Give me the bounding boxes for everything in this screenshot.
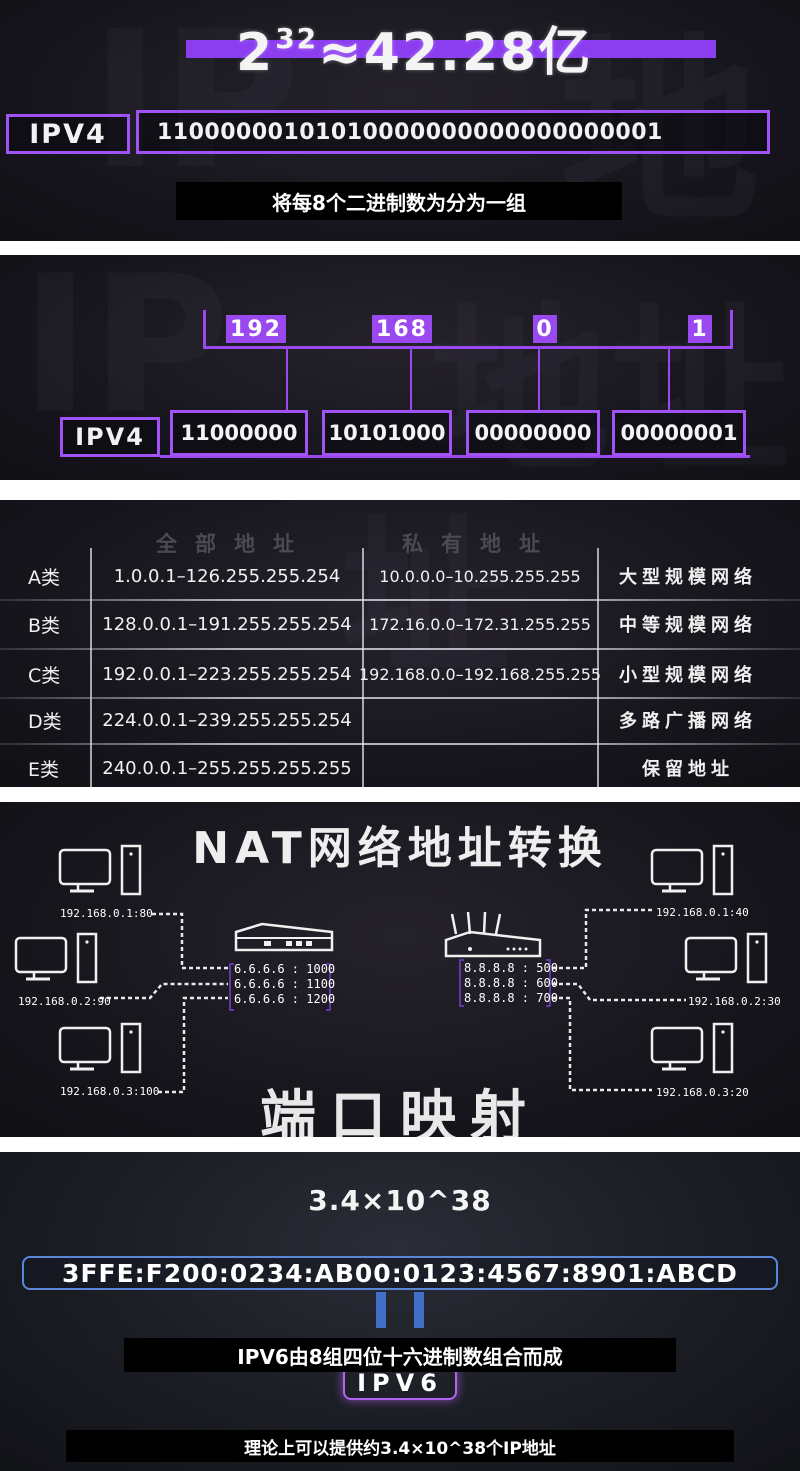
table-row: B类 128.0.0.1–191.255.255.254 172.16.0.0–… — [0, 600, 800, 648]
ipv6-address-count: 3.4×10^38 — [308, 1184, 492, 1217]
all-range: 1.0.0.1–126.255.255.254 — [113, 565, 341, 587]
network-type: 保留地址 — [642, 759, 734, 780]
private-range — [364, 744, 596, 787]
computer-icon — [684, 932, 768, 984]
table-row: E类 240.0.0.1–255.255.255.255 保留地址 — [0, 744, 800, 787]
class-name: D类 — [28, 710, 62, 733]
network-type: 大型规模网络 — [619, 567, 757, 588]
subtitle-caption: IPV6由8组四位十六进制数组合而成 — [124, 1338, 676, 1372]
subtitle-caption: 理论上可以提供约3.4×10^38个IP地址 — [66, 1430, 734, 1462]
public-port-mapping: 6.6.6.6 : 1000 6.6.6.6 : 1100 6.6.6.6 : … — [234, 962, 336, 1006]
computer-icon — [650, 844, 734, 896]
router-icon — [234, 922, 334, 952]
private-range: 10.0.0.0–10.255.255.255 — [379, 566, 581, 586]
computer-icon — [14, 932, 98, 984]
decimal-octet: 1 — [688, 315, 712, 343]
pc-address-label: 192.168.0.2:30 — [688, 995, 781, 1008]
network-type: 多路广播网络 — [619, 711, 757, 732]
pc-address-label: 192.168.0.1:40 — [656, 906, 749, 919]
decimal-octet: 0 — [533, 315, 557, 343]
private-range — [364, 696, 596, 744]
ipv4-total-panel: IP 地 232≈42.28亿 IPV4 1100000010101000000… — [0, 0, 800, 241]
all-range: 224.0.0.1–239.255.255.254 — [102, 709, 352, 731]
port-mapping-title: 端口映射 — [260, 1085, 540, 1137]
decimal-octet: 168 — [372, 315, 432, 343]
subtitle-caption: 将每8个二进制数为分为一组 — [176, 182, 622, 220]
decimal-octet: 192 — [226, 315, 286, 343]
binary-octet: 00000001 — [612, 410, 746, 456]
class-name: C类 — [28, 664, 61, 687]
address-count-formula: 232≈42.28亿 — [236, 10, 592, 85]
all-range: 128.0.0.1–191.255.255.254 — [102, 613, 352, 635]
all-range: 192.0.0.1–223.255.255.254 — [102, 663, 352, 685]
binary-octet: 11000000 — [170, 410, 308, 456]
connector-line — [538, 349, 540, 410]
ipv4-groups-panel: IP 地址 192 168 0 1 IPV4 11000000 10101000… — [0, 255, 800, 480]
connector-pillar — [414, 1292, 424, 1328]
formula-exponent: 32 — [275, 22, 319, 55]
computer-icon — [58, 1022, 142, 1074]
binary-octet: 00000000 — [466, 410, 600, 456]
nat-diagram-panel: NAT网络地址转换 192.168.0.1:80 192.168.0.2:90 … — [0, 802, 800, 1137]
all-range: 240.0.0.1–255.255.255.255 — [102, 757, 352, 779]
private-range: 192.168.0.0–192.168.255.255 — [358, 664, 602, 684]
ipv4-label: IPV4 — [6, 114, 130, 154]
connector-line — [668, 349, 670, 410]
connector-pillar — [376, 1292, 386, 1328]
network-type: 小型规模网络 — [619, 665, 757, 686]
connector-line — [410, 349, 412, 410]
formula-result: ≈42.28亿 — [318, 23, 593, 83]
ipv6-address: 3FFE:F200:0234:AB00:0123:4567:8901:ABCD — [22, 1256, 778, 1290]
ipv4-label: IPV4 — [60, 417, 160, 457]
ipv6-panel: 3.4×10^38 3FFE:F200:0234:AB00:0123:4567:… — [0, 1152, 800, 1471]
public-port-mapping: 8.8.8.8 : 500 8.8.8.8 : 600 8.8.8.8 : 70… — [464, 961, 558, 1005]
ipv4-binary-address: 11000000101010000000000000000001 — [136, 110, 770, 154]
connector-line — [286, 349, 288, 410]
formula-base: 2 — [236, 23, 275, 83]
computer-icon — [58, 844, 142, 896]
class-name: B类 — [28, 614, 61, 637]
table-row: A类 1.0.0.1–126.255.255.254 10.0.0.0–10.2… — [0, 552, 800, 600]
table-row: D类 224.0.0.1–239.255.255.254 多路广播网络 — [0, 696, 800, 744]
pc-address-label: 192.168.0.2:90 — [18, 995, 111, 1008]
wifi-router-icon — [444, 911, 542, 958]
address-class-table: 址 全部地址 私有地址 A类 1.0.0.1–126.255.255.254 1… — [0, 500, 800, 787]
computer-icon — [650, 1022, 734, 1074]
network-type: 中等规模网络 — [619, 615, 757, 636]
private-range: 172.16.0.0–172.31.255.255 — [369, 614, 591, 634]
pc-address-label: 192.168.0.1:80 — [60, 907, 153, 920]
class-name: A类 — [28, 566, 60, 589]
class-name: E类 — [28, 758, 60, 781]
table-row: C类 192.0.0.1–223.255.255.254 192.168.0.0… — [0, 650, 800, 698]
connection-lines — [100, 908, 686, 1094]
binary-octet: 10101000 — [322, 410, 452, 456]
